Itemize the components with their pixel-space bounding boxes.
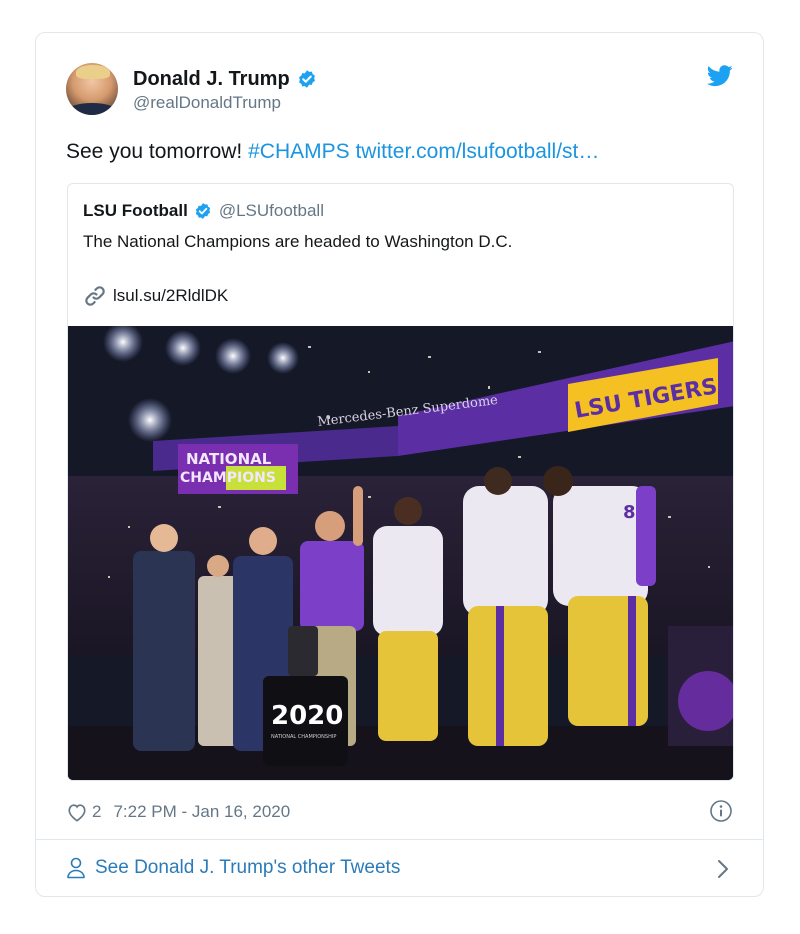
banner-national-text: NATIONAL [186,450,272,468]
url-link[interactable]: twitter.com/lsufootball/st… [350,140,599,163]
banner-champions-text: CHAMPIONS [180,470,276,486]
author-row: Donald J. Trump [133,66,317,92]
quoted-author-handle: @LSUfootball [218,201,324,220]
tweet-text-plain: See you tomorrow! [66,140,249,163]
heart-icon[interactable] [66,802,88,822]
author-handle[interactable]: @realDonaldTrump [133,93,281,113]
quoted-short-link[interactable]: lsul.su/2RldlDK [113,286,228,306]
tweet-text: See you tomorrow! #CHAMPS twitter.com/ls… [66,140,599,164]
avatar[interactable] [66,63,118,115]
link-icon [85,286,105,306]
other-tweets-link[interactable]: See Donald J. Trump's other Tweets [66,857,400,879]
hashtag-link[interactable]: #CHAMPS [248,140,350,163]
avatar-hair [76,65,110,79]
tweet-photo[interactable]: Mercedes-Benz Superdome LSU TIGERS NATIO… [68,326,733,780]
twitter-bird-icon[interactable] [707,65,733,87]
divider [36,839,763,840]
verified-badge-icon [195,203,210,219]
quoted-author-name: LSU Football [83,201,188,220]
tweet-timestamp[interactable]: 7:22 PM - Jan 16, 2020 [113,802,290,822]
person-icon [67,857,85,879]
author-name[interactable]: Donald J. Trump [133,68,290,91]
jersey-number-text: 8 [623,502,636,523]
info-icon[interactable] [709,799,733,823]
embedded-tweet-card: Donald J. Trump @realDonaldTrump See you… [35,32,764,897]
quoted-tweet[interactable]: LSU Football @LSUfootball The National C… [67,183,734,781]
avatar-suit [66,103,118,115]
chevron-right-icon[interactable] [717,859,729,879]
quoted-tweet-header: LSU Football @LSUfootball [83,201,324,221]
like-count: 2 [92,802,102,821]
championship-celebration-image: Mercedes-Benz Superdome LSU TIGERS NATIO… [68,326,733,780]
podium-sub-text: NATIONAL CHAMPIONSHIP [271,734,336,740]
verified-badge-icon [298,70,315,88]
tweet-meta-row: 2 7:22 PM - Jan 16, 2020 [66,801,290,823]
quoted-link-row[interactable]: lsul.su/2RldlDK [83,284,228,308]
podium-year-text: 2020 [271,701,343,731]
quoted-tweet-text: The National Champions are headed to Was… [83,232,513,251]
other-tweets-label: See Donald J. Trump's other Tweets [95,857,401,878]
